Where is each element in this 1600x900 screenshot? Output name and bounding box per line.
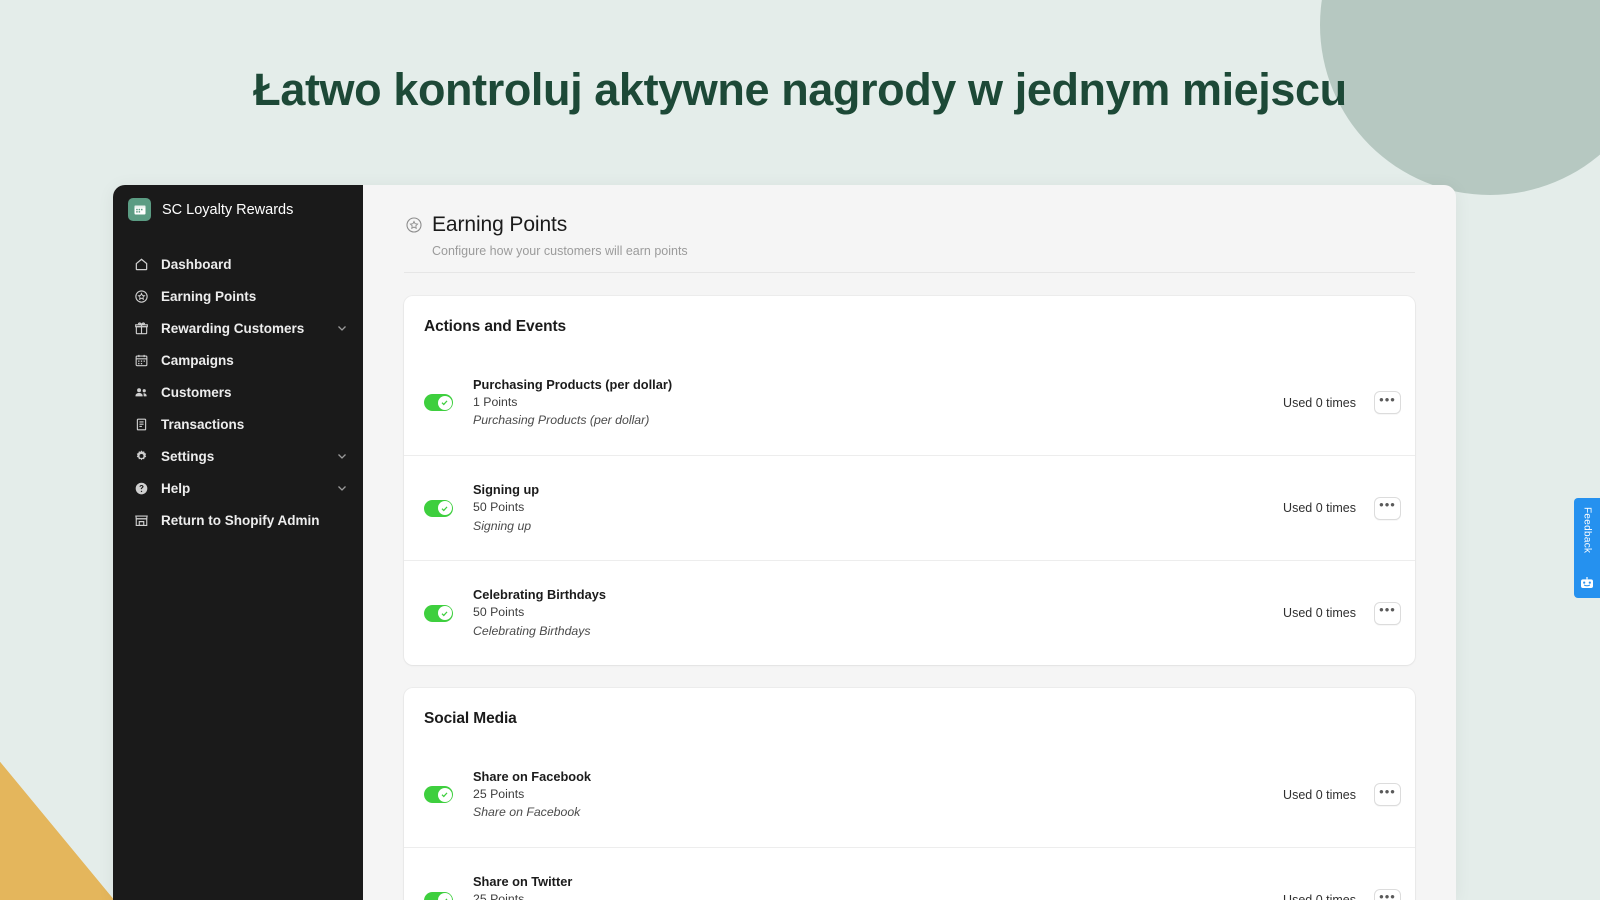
question-circle-icon [133, 480, 149, 496]
check-icon [437, 606, 452, 620]
storefront-icon [133, 512, 149, 528]
brand-name: SC Loyalty Rewards [162, 201, 294, 218]
enable-toggle[interactable] [424, 891, 453, 900]
row-usage-count: Used 0 times [1283, 606, 1356, 620]
row-name: Signing up [473, 482, 540, 498]
row-name: Purchasing Products (per dollar) [473, 376, 673, 392]
sidebar-item-label: Return to Shopify Admin [161, 512, 320, 528]
card-title: Actions and Events [424, 318, 567, 335]
row-description: Signing up [473, 518, 532, 533]
ellipsis-icon: ••• [1379, 497, 1396, 512]
enable-toggle[interactable] [424, 394, 453, 411]
sidebar-item-return-to-shopify-admin[interactable]: Return to Shopify Admin [113, 504, 363, 536]
sidebar-item-transactions[interactable]: Transactions [113, 408, 363, 440]
row-more-menu-button[interactable]: ••• [1374, 888, 1401, 900]
ellipsis-icon: ••• [1379, 391, 1396, 407]
feedback-tab[interactable]: Feedback [1574, 498, 1600, 598]
sidebar-item-earning-points[interactable]: Earning Points [113, 280, 363, 312]
row-description: Celebrating Birthdays [473, 623, 591, 638]
row-name: Share on Facebook [473, 768, 592, 784]
check-icon [437, 501, 452, 515]
people-icon [133, 384, 149, 400]
table-row[interactable]: Share on Facebook 25 Points Share on Fac… [404, 742, 1415, 847]
check-icon [437, 787, 452, 802]
main-content: Earning Points Configure how your custom… [363, 185, 1456, 900]
table-row[interactable]: Celebrating Birthdays 50 Points Celebrat… [404, 560, 1415, 665]
star-circle-icon [133, 288, 149, 304]
enable-toggle[interactable] [424, 499, 453, 517]
check-icon [437, 893, 452, 900]
sidebar-item-rewarding-customers[interactable]: Rewarding Customers [113, 312, 363, 344]
chevron-down-icon[interactable] [335, 481, 349, 495]
sidebar-item-dashboard[interactable]: Dashboard [113, 248, 363, 280]
chevron-down-icon[interactable] [335, 321, 349, 335]
ellipsis-icon: ••• [1379, 889, 1396, 900]
app-window: SC Loyalty Rewards Dashboard Earning Poi… [113, 185, 1456, 900]
decorative-triangle [0, 762, 114, 900]
home-icon [133, 256, 149, 272]
row-more-menu-button[interactable]: ••• [1374, 496, 1401, 520]
row-name: Celebrating Birthdays [473, 587, 606, 603]
table-row[interactable]: Signing up 50 Points Signing up Used 0 t… [404, 455, 1415, 560]
sidebar-item-label: Campaigns [161, 352, 234, 368]
card-social-media: Social Media Share on Facebook 25 Points… [404, 688, 1415, 900]
row-points: 1 Points [473, 394, 518, 409]
star-circle-icon [404, 216, 423, 235]
row-more-menu-button[interactable]: ••• [1374, 783, 1401, 806]
robot-face-icon [1580, 576, 1595, 591]
row-usage-count: Used 0 times [1283, 787, 1356, 802]
hero-headline: Łatwo kontroluj aktywne nagrody w jednym… [253, 64, 1347, 115]
sidebar-item-settings[interactable]: Settings [113, 440, 363, 472]
gear-icon [133, 448, 149, 464]
table-row[interactable]: Share on Twitter 25 Points Share on Twit… [404, 847, 1415, 900]
row-description: Share on Facebook [473, 805, 581, 820]
page-header: Earning Points Configure how your custom… [404, 213, 1415, 273]
sidebar-item-label: Transactions [161, 416, 245, 432]
calendar-grid-icon [128, 198, 151, 221]
row-more-menu-button[interactable]: ••• [1374, 391, 1401, 414]
row-points: 25 Points [473, 892, 525, 900]
sidebar-item-label: Customers [161, 384, 232, 400]
feedback-label: Feedback [1581, 507, 1593, 554]
chevron-down-icon[interactable] [335, 449, 349, 463]
page-title: Earning Points [432, 213, 568, 236]
sidebar: SC Loyalty Rewards Dashboard Earning Poi… [113, 185, 363, 900]
calendar-icon [133, 352, 149, 368]
sidebar-item-campaigns[interactable]: Campaigns [113, 344, 363, 376]
sidebar-item-label: Help [161, 480, 191, 496]
row-usage-count: Used 0 times [1283, 395, 1356, 410]
ellipsis-icon: ••• [1379, 783, 1396, 799]
page-subtitle: Configure how your customers will earn p… [432, 244, 688, 258]
check-icon [437, 395, 452, 410]
row-description: Purchasing Products (per dollar) [473, 413, 650, 428]
hero-banner: Łatwo kontroluj aktywne nagrody w jednym… [0, 0, 1600, 180]
row-points: 50 Points [473, 500, 525, 515]
sidebar-item-customers[interactable]: Customers [113, 376, 363, 408]
gift-icon [133, 320, 149, 336]
sidebar-item-label: Earning Points [161, 288, 257, 304]
table-row[interactable]: Purchasing Products (per dollar) 1 Point… [404, 350, 1415, 455]
sidebar-item-label: Dashboard [161, 256, 232, 272]
row-usage-count: Used 0 times [1283, 893, 1356, 900]
enable-toggle[interactable] [424, 786, 453, 803]
sidebar-item-help[interactable]: Help [113, 472, 363, 504]
enable-toggle[interactable] [424, 604, 453, 622]
receipt-icon [133, 416, 149, 432]
sidebar-nav: Dashboard Earning Points Rewarding Custo… [113, 234, 363, 536]
card-title: Social Media [424, 710, 517, 727]
sidebar-item-label: Settings [161, 448, 215, 464]
brand-header: SC Loyalty Rewards [113, 185, 363, 234]
row-usage-count: Used 0 times [1283, 501, 1356, 515]
sidebar-item-label: Rewarding Customers [161, 320, 305, 336]
row-more-menu-button[interactable]: ••• [1374, 601, 1401, 625]
row-name: Share on Twitter [473, 874, 573, 890]
row-points: 25 Points [473, 786, 525, 801]
card-actions-and-events: Actions and Events Purchasing Products (… [404, 296, 1415, 665]
row-points: 50 Points [473, 605, 525, 620]
ellipsis-icon: ••• [1379, 602, 1396, 617]
